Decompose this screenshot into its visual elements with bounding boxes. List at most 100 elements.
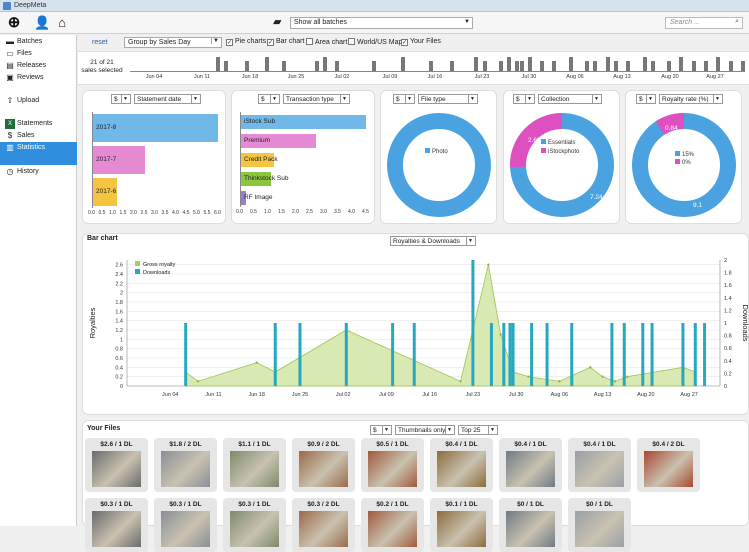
timeline-tick-label: Aug 27 xyxy=(706,74,724,80)
file-tile[interactable]: $0.4 / 1 DL xyxy=(430,438,493,492)
file-tile-label: $0 / 1 DL xyxy=(586,501,613,508)
reset-link[interactable]: reset xyxy=(92,39,108,46)
file-tile[interactable]: $0.2 / 1 DL xyxy=(361,498,424,552)
file-tile[interactable]: $0.4 / 2 DL xyxy=(637,438,700,492)
axis-tick-label: 6.0 xyxy=(214,210,221,216)
y-tick-label: 1.4 xyxy=(115,319,123,325)
group-by-select[interactable]: Group by Sales Day ▼ xyxy=(124,37,222,48)
transaction-type-select[interactable]: Transaction type ▼ xyxy=(283,94,350,104)
file-tile[interactable]: $0.3 / 1 DL xyxy=(154,498,217,552)
collection-donut: Essentials iStockphoto 2.69 7.24 xyxy=(509,112,614,217)
sidebar-item-label: Upload xyxy=(17,97,40,104)
file-tile[interactable]: $0.3 / 1 DL xyxy=(223,498,286,552)
legend-swatch-downloads xyxy=(135,269,140,274)
batch-select[interactable]: Show all batches ▼ xyxy=(290,17,473,29)
sidebar-item-releases[interactable]: ▤ Releases xyxy=(0,60,77,72)
currency-select[interactable]: $ ▼ xyxy=(111,94,131,104)
bar-chart-checkbox[interactable]: ✓ Bar chart xyxy=(267,38,304,46)
user-settings-icon[interactable]: 👤 xyxy=(34,15,50,31)
chevron-down-icon: ▼ xyxy=(191,95,198,104)
file-tile[interactable]: $0.4 / 1 DL xyxy=(499,438,562,492)
file-thumbnail xyxy=(161,451,210,487)
downloads-bar xyxy=(298,323,302,386)
y2-tick-label: 1.6 xyxy=(724,283,732,289)
statement-date-select[interactable]: Statement date ▼ xyxy=(134,94,201,104)
file-tile-label: $0.4 / 2 DL xyxy=(652,441,685,448)
timeline-bar xyxy=(499,61,503,71)
timeline-bar xyxy=(371,61,376,71)
sidebar-item-batches[interactable]: ▬ Batches xyxy=(0,36,77,48)
currency-select[interactable]: $ ▼ xyxy=(258,94,280,104)
currency-select[interactable]: $ ▼ xyxy=(370,425,392,435)
x-tick-label: Aug 27 xyxy=(680,392,697,398)
file-tile[interactable]: $0.1 / 1 DL xyxy=(430,498,493,552)
timeline-tick-label: Aug 13 xyxy=(613,74,631,80)
currency-value: $ xyxy=(373,427,377,434)
file-tile[interactable]: $0.5 / 1 DL xyxy=(361,438,424,492)
add-icon[interactable]: ⊕ xyxy=(6,15,22,31)
timeline-bar xyxy=(519,61,524,71)
sidebar-item-sales[interactable]: $ Sales xyxy=(0,130,77,142)
legend-swatch xyxy=(541,139,546,144)
file-tile[interactable]: $0.9 / 2 DL xyxy=(292,438,355,492)
sales-timeline[interactable]: 21 of 21 sales selected Jun 04 Jun 11 Jun 1… xyxy=(78,51,749,85)
timeline-tick-label: Jun 25 xyxy=(287,74,305,80)
file-tile[interactable]: $1.1 / 1 DL xyxy=(223,438,286,492)
x-tick-label: Aug 20 xyxy=(637,392,654,398)
collection-select[interactable]: Collection ▼ xyxy=(538,94,602,104)
file-tile[interactable]: $1.8 / 2 DL xyxy=(154,438,217,492)
sidebar-item-statistics[interactable]: ▥ Statistics xyxy=(0,142,77,165)
file-thumbnail xyxy=(644,451,693,487)
royalty-rate-select[interactable]: Royalty rate (%) ▼ xyxy=(659,94,723,104)
sidebar-item-statements[interactable]: X Statements xyxy=(0,118,77,130)
legend-swatch xyxy=(425,148,430,153)
timeline-tick-label: Jun 18 xyxy=(241,74,259,80)
file-tile[interactable]: $2.6 / 1 DL xyxy=(85,438,148,492)
timeline-bar xyxy=(642,57,647,71)
file-tile[interactable]: $0.3 / 1 DL xyxy=(85,498,148,552)
timeline-bars[interactable] xyxy=(130,54,745,72)
sidebar-item-files[interactable]: ▭ Files xyxy=(0,48,77,60)
y2-tick-label: 0.4 xyxy=(724,359,732,365)
currency-select[interactable]: $ ▼ xyxy=(393,94,415,104)
search-input[interactable]: Search ... ⌕ xyxy=(665,17,743,29)
bar-label: 2017-7 xyxy=(96,156,117,163)
royalties-downloads-select[interactable]: Royalties & Downloads ▼ xyxy=(390,236,476,246)
timeline-bar xyxy=(716,57,721,71)
timeline-bar xyxy=(482,61,487,71)
timeline-bar xyxy=(626,61,631,71)
timeline-bar xyxy=(740,61,745,71)
downloads-bar xyxy=(412,323,416,386)
gross-royalty-point xyxy=(626,375,629,378)
sidebar-item-reviews[interactable]: ▣ Reviews xyxy=(0,72,77,84)
top-count-select[interactable]: Top 25 ▼ xyxy=(458,425,498,435)
sidebar-item-history[interactable]: ◷ History xyxy=(0,166,77,178)
currency-select[interactable]: $ ▼ xyxy=(636,94,656,104)
sidebar-item-label: Statistics xyxy=(17,144,46,151)
sidebar-item-label: Reviews xyxy=(17,74,44,81)
timeline-bar xyxy=(474,57,479,71)
file-tile[interactable]: $0.3 / 2 DL xyxy=(292,498,355,552)
y2-tick-label: 0 xyxy=(724,384,727,390)
y-tick-label: 2.2 xyxy=(115,281,123,287)
home-settings-icon[interactable]: ⌂ xyxy=(54,15,70,31)
file-tile[interactable]: $0 / 1 DL xyxy=(568,498,631,552)
axis-tick-label: 4.5 xyxy=(182,210,190,216)
file-tile[interactable]: $0.4 / 1 DL xyxy=(568,438,631,492)
file-tile-label: $0.2 / 1 DL xyxy=(376,501,409,508)
statement-date-panel: $ ▼ Statement date ▼ 2017-8 2017-7 2017-6 0.0… xyxy=(82,90,226,224)
file-tile[interactable]: $0 / 1 DL xyxy=(499,498,562,552)
timeline-bar xyxy=(605,57,610,71)
currency-select[interactable]: $ ▼ xyxy=(513,94,535,104)
pie-charts-checkbox[interactable]: ✓ Pie charts xyxy=(226,38,266,46)
statistics-icon: ▥ xyxy=(6,143,14,152)
royalty-rate-panel: $ ▼ Royalty rate (%) ▼ 15% 0% 0.84 9.1 xyxy=(625,90,742,224)
area-chart-checkbox[interactable]: Area chart xyxy=(306,38,347,46)
batch-selector[interactable]: ▰ Show all batches ▼ xyxy=(273,16,473,30)
sidebar-item-upload[interactable]: ⇧ Upload xyxy=(0,95,77,107)
view-mode-select[interactable]: Thumbnails only ▼ xyxy=(395,425,455,435)
world-map-checkbox[interactable]: World/US Map xyxy=(348,38,402,46)
file-type-select[interactable]: File type ▼ xyxy=(418,94,478,104)
timeline-bar xyxy=(507,57,512,71)
your-files-checkbox[interactable]: ✓ Your Files xyxy=(401,38,441,46)
